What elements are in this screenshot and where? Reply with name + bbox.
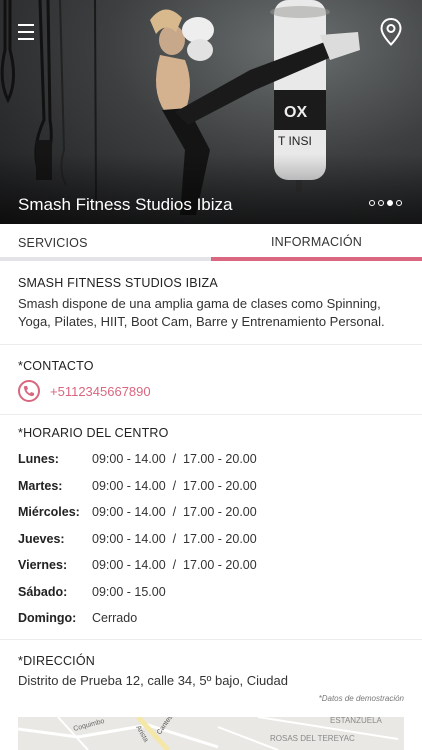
schedule-hours: 09:00 - 15.00 bbox=[92, 584, 166, 599]
phone-row[interactable]: +5112345667890 bbox=[18, 380, 151, 402]
schedule-row: Martes: 09:00 - 14.00 / 17.00 - 20.00 bbox=[18, 479, 404, 506]
contact-heading: *CONTACTO bbox=[18, 359, 94, 373]
location-pin-icon[interactable] bbox=[380, 17, 402, 46]
map-label: Coquimbo bbox=[73, 718, 106, 733]
schedule-row: Sábado: 09:00 - 15.00 bbox=[18, 585, 404, 612]
tab-servicios[interactable]: SERVICIOS bbox=[0, 224, 211, 261]
tab-indicator-active bbox=[211, 257, 422, 261]
schedule-day: Jueves: bbox=[18, 531, 65, 546]
schedule-row: Jueves: 09:00 - 14.00 / 17.00 - 20.00 bbox=[18, 532, 404, 559]
schedule-day: Domingo: bbox=[18, 611, 77, 625]
phone-icon[interactable] bbox=[18, 380, 40, 402]
address-text: Distrito de Prueba 12, calle 34, 5º bajo… bbox=[18, 673, 288, 688]
gym-name-title: Smash Fitness Studios Ibiza bbox=[18, 195, 233, 214]
map-label: ESTANZUELA bbox=[330, 717, 383, 725]
schedule-day: Miércoles: bbox=[18, 505, 80, 519]
schedule-hours: 09:00 - 14.00 / 17.00 - 20.00 bbox=[92, 478, 257, 493]
schedule-day: Lunes: bbox=[18, 452, 59, 466]
schedule-table: Lunes: 09:00 - 14.00 / 17.00 - 20.00 Mar… bbox=[18, 452, 404, 638]
slide-dot-4[interactable] bbox=[396, 200, 402, 206]
schedule-hours: 09:00 - 14.00 / 17.00 - 20.00 bbox=[92, 558, 257, 572]
bag-brand-text: OX bbox=[284, 104, 307, 121]
schedule-row: Domingo: Cerrado bbox=[18, 611, 404, 638]
address-section: *DIRECCIÓN Distrito de Prueba 12, calle … bbox=[18, 654, 404, 690]
schedule-row: Miércoles: 09:00 - 14.00 / 17.00 - 20.00 bbox=[18, 505, 404, 532]
location-map[interactable]: Coquimbo Arista Cantes NIC ESTANZUELA RO… bbox=[18, 717, 404, 750]
schedule-day: Sábado: bbox=[18, 584, 68, 599]
slide-dot-2[interactable] bbox=[378, 200, 384, 206]
bag-subtext: T INSI bbox=[278, 134, 312, 148]
slider-pagination[interactable] bbox=[369, 200, 402, 206]
address-heading: *DIRECCIÓN bbox=[18, 654, 96, 668]
schedule-hours: Cerrado bbox=[92, 611, 138, 625]
schedule-heading: *HORARIO DEL CENTRO bbox=[18, 426, 169, 440]
schedule-hours: 09:00 - 14.00 / 17.00 - 20.00 bbox=[92, 505, 257, 519]
hero-banner[interactable]: OX T INSI Smash Fitness Studios Ibiza bbox=[0, 0, 422, 224]
tab-indicator-inactive bbox=[0, 257, 211, 261]
slide-dot-1[interactable] bbox=[369, 200, 375, 206]
tab-bar: SERVICIOS INFORMACIÓN bbox=[0, 224, 422, 261]
divider bbox=[0, 344, 422, 345]
schedule-hours: 09:00 - 14.00 / 17.00 - 20.00 bbox=[92, 452, 257, 466]
tab-informacion[interactable]: INFORMACIÓN bbox=[211, 224, 422, 261]
map-label: ROSAS DEL TEREYAC bbox=[270, 734, 355, 743]
divider bbox=[0, 414, 422, 415]
about-text: Smash dispone de una amplia gama de clas… bbox=[18, 296, 385, 329]
schedule-section: *HORARIO DEL CENTRO bbox=[18, 426, 404, 440]
about-section: SMASH FITNESS STUDIOS IBIZA Smash dispon… bbox=[18, 276, 404, 331]
tab-informacion-label: INFORMACIÓN bbox=[270, 235, 363, 249]
demo-data-note: *Datos de demostración bbox=[318, 694, 404, 703]
slide-dot-3[interactable] bbox=[387, 200, 393, 206]
menu-icon[interactable] bbox=[18, 22, 34, 42]
schedule-day: Martes: bbox=[18, 478, 63, 493]
schedule-day: Viernes: bbox=[18, 558, 68, 572]
about-heading: SMASH FITNESS STUDIOS IBIZA bbox=[18, 276, 218, 290]
schedule-row: Viernes: 09:00 - 14.00 / 17.00 - 20.00 bbox=[18, 558, 404, 585]
phone-number-link[interactable]: +5112345667890 bbox=[50, 384, 151, 399]
tab-servicios-label: SERVICIOS bbox=[18, 236, 88, 250]
divider bbox=[0, 639, 422, 640]
schedule-hours: 09:00 - 14.00 / 17.00 - 20.00 bbox=[92, 531, 257, 546]
contact-section: *CONTACTO bbox=[18, 359, 404, 373]
schedule-row: Lunes: 09:00 - 14.00 / 17.00 - 20.00 bbox=[18, 452, 404, 479]
